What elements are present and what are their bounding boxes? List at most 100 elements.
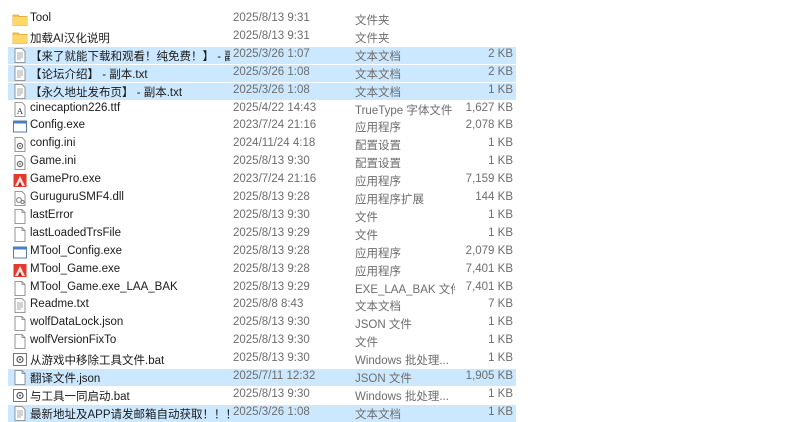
file-name: 加载AI汉化说明: [30, 32, 110, 45]
file-size: 7,401 KB: [465, 262, 513, 275]
file-date-modified: 2025/8/13 9:30: [233, 208, 310, 221]
file-type: 应用程序: [355, 247, 401, 260]
file-date-modified: 2025/8/13 9:30: [233, 387, 310, 400]
file-name: 【论坛介绍】 - 副本.txt: [30, 68, 148, 81]
file-date-modified: 2025/4/22 14:43: [233, 101, 317, 114]
file-row[interactable]: MTool_Game.exe 2025/8/13 9:28 应用程序 7,401 KB: [8, 262, 516, 279]
file-row[interactable]: wolfDataLock.json 2025/8/13 9:30 JSON 文件 1 …: [8, 315, 516, 332]
file-name: 【永久地址发布页】 - 副本.txt: [30, 86, 183, 99]
file-type: 应用程序: [355, 122, 401, 135]
file-row[interactable]: 【论坛介绍】 - 副本.txt 2025/3/26 1:08 文本文档 2 KB: [8, 64, 516, 82]
file-date-modified: 2025/8/13 9:31: [233, 29, 310, 42]
file-date-modified: 2025/8/13 9:28: [233, 244, 310, 257]
font-file-icon: A: [12, 101, 28, 117]
file-date-modified: 2025/8/8 8:43: [233, 298, 304, 311]
file-date-modified: 2025/8/13 9:30: [233, 316, 310, 329]
file-row[interactable]: config.ini 2024/11/24 4:18 配置设置 1 KB: [8, 136, 516, 153]
file-name: 【来了就能下载和观看！纯免费！】 - 副...: [30, 50, 230, 63]
file-row[interactable]: 加载AI汉化说明 2025/8/13 9:31 文件夹: [8, 29, 516, 46]
file-type: 文件: [355, 229, 378, 242]
file-name: config.ini: [30, 137, 76, 150]
settings-file-icon: [12, 137, 28, 153]
file-type: 文件: [355, 211, 378, 224]
file-size: 1 KB: [488, 83, 513, 96]
blank-file-icon: [12, 370, 28, 385]
file-size: 2 KB: [488, 65, 513, 78]
file-type: 文本文档: [355, 68, 401, 81]
file-size: 7,401 KB: [465, 280, 513, 293]
blank-file-icon: [12, 280, 28, 296]
file-row[interactable]: 最新地址及APP请发邮箱自动获取！！！... 2025/3/26 1:08 文本文档…: [8, 404, 516, 422]
dll-file-icon: [12, 191, 28, 206]
file-row[interactable]: MTool_Config.exe 2025/8/13 9:28 应用程序 2,079 …: [8, 244, 516, 261]
file-size: 2,078 KB: [465, 119, 513, 132]
file-date-modified: 2024/11/24 4:18: [233, 137, 316, 150]
file-name: cinecaption226.ttf: [30, 101, 121, 114]
file-type: 文件: [355, 337, 378, 350]
file-row[interactable]: lastError 2025/8/13 9:30 文件 1 KB: [8, 208, 516, 225]
file-row[interactable]: lastLoadedTrsFile 2025/8/13 9:29 文件 1 KB: [8, 226, 516, 243]
file-size: 7 KB: [488, 298, 513, 311]
file-row[interactable]: Game.ini 2025/8/13 9:30 配置设置 1 KB: [8, 154, 516, 171]
file-type: Windows 批处理...: [355, 390, 449, 403]
file-row[interactable]: Acinecaption226.ttf 2025/4/22 14:43 TrueTy…: [8, 101, 516, 118]
file-type: 应用程序: [355, 176, 401, 189]
text-file-icon: [12, 83, 28, 99]
text-file-icon: [12, 65, 28, 81]
file-date-modified: 2025/8/13 9:29: [233, 226, 310, 239]
file-row[interactable]: Tool 2025/8/13 9:31 文件夹: [8, 11, 516, 28]
file-row[interactable]: 【永久地址发布页】 - 副本.txt 2025/3/26 1:08 文本文档 1 KB: [8, 82, 516, 100]
text-file-icon: [12, 298, 28, 314]
file-type: 应用程序扩展: [355, 194, 424, 206]
file-size: 2 KB: [488, 47, 513, 60]
file-row[interactable]: 翻译文件.json 2025/7/11 12:32 JSON 文件 1,905 KB: [8, 369, 516, 386]
file-type: 文件夹: [355, 32, 390, 45]
file-size: 144 KB: [475, 191, 513, 203]
blank-file-icon: [12, 316, 28, 332]
text-file-icon: [12, 47, 28, 63]
app-window-icon: [12, 245, 28, 260]
file-date-modified: 2023/7/24 21:16: [233, 173, 317, 186]
text-file-icon: [12, 405, 28, 421]
file-row[interactable]: 【来了就能下载和观看！纯免费！】 - 副... 2025/3/26 1:07 文本文…: [8, 46, 516, 64]
file-name: MTool_Game.exe: [30, 262, 121, 275]
file-type: 文件夹: [355, 15, 390, 27]
folder-icon: [12, 12, 28, 27]
file-row[interactable]: GamePro.exe 2023/7/24 21:16 应用程序 7,159 KB: [8, 172, 516, 189]
file-date-modified: 2025/8/13 9:30: [233, 334, 310, 347]
file-size: 1 KB: [488, 155, 513, 168]
file-size: 1 KB: [488, 334, 513, 347]
app-window-icon: [12, 119, 28, 134]
file-row[interactable]: 从游戏中移除工具文件.bat 2025/8/13 9:30 Windows 批处理.…: [8, 351, 516, 368]
file-type: TrueType 字体文件: [355, 104, 453, 117]
file-type: 文本文档: [355, 408, 401, 421]
file-name: 最新地址及APP请发邮箱自动获取！！！...: [30, 408, 230, 421]
game-app-icon: [12, 173, 28, 188]
file-name: Game.ini: [30, 155, 77, 168]
file-date-modified: 2025/8/13 9:28: [233, 191, 310, 203]
file-name: wolfVersionFixTo: [30, 334, 117, 347]
file-date-modified: 2025/3/26 1:08: [233, 65, 310, 78]
file-date-modified: 2025/8/13 9:30: [233, 352, 310, 365]
file-row[interactable]: Config.exe 2023/7/24 21:16 应用程序 2,078 KB: [8, 118, 516, 135]
file-name: GamePro.exe: [30, 173, 101, 186]
file-size: 2,079 KB: [465, 244, 513, 257]
file-type: 配置设置: [355, 158, 401, 171]
file-row[interactable]: 与工具一同启动.bat 2025/8/13 9:30 Windows 批处理... 1…: [8, 387, 516, 404]
file-name: GuruguruSMF4.dll: [30, 191, 124, 203]
file-name: Readme.txt: [30, 298, 89, 311]
game-app-icon: [12, 263, 28, 278]
file-row[interactable]: GuruguruSMF4.dll 2025/8/13 9:28 应用程序扩展 144 …: [8, 190, 516, 207]
blank-file-icon: [12, 334, 28, 350]
file-type: 文本文档: [355, 50, 401, 63]
file-row[interactable]: Readme.txt 2025/8/8 8:43 文本文档 7 KB: [8, 297, 516, 314]
file-name: lastLoadedTrsFile: [30, 226, 121, 239]
batch-file-icon: [12, 388, 28, 403]
file-name: 翻译文件.json: [30, 373, 101, 385]
file-size: 7,159 KB: [465, 173, 513, 186]
file-name: 与工具一同启动.bat: [30, 390, 130, 403]
file-name: MTool_Config.exe: [30, 244, 123, 257]
file-row[interactable]: MTool_Game.exe_LAA_BAK 2025/8/13 9:29 EXE_…: [8, 280, 516, 297]
file-row[interactable]: wolfVersionFixTo 2025/8/13 9:30 文件 1 KB: [8, 333, 516, 350]
file-size: 1 KB: [488, 226, 513, 239]
